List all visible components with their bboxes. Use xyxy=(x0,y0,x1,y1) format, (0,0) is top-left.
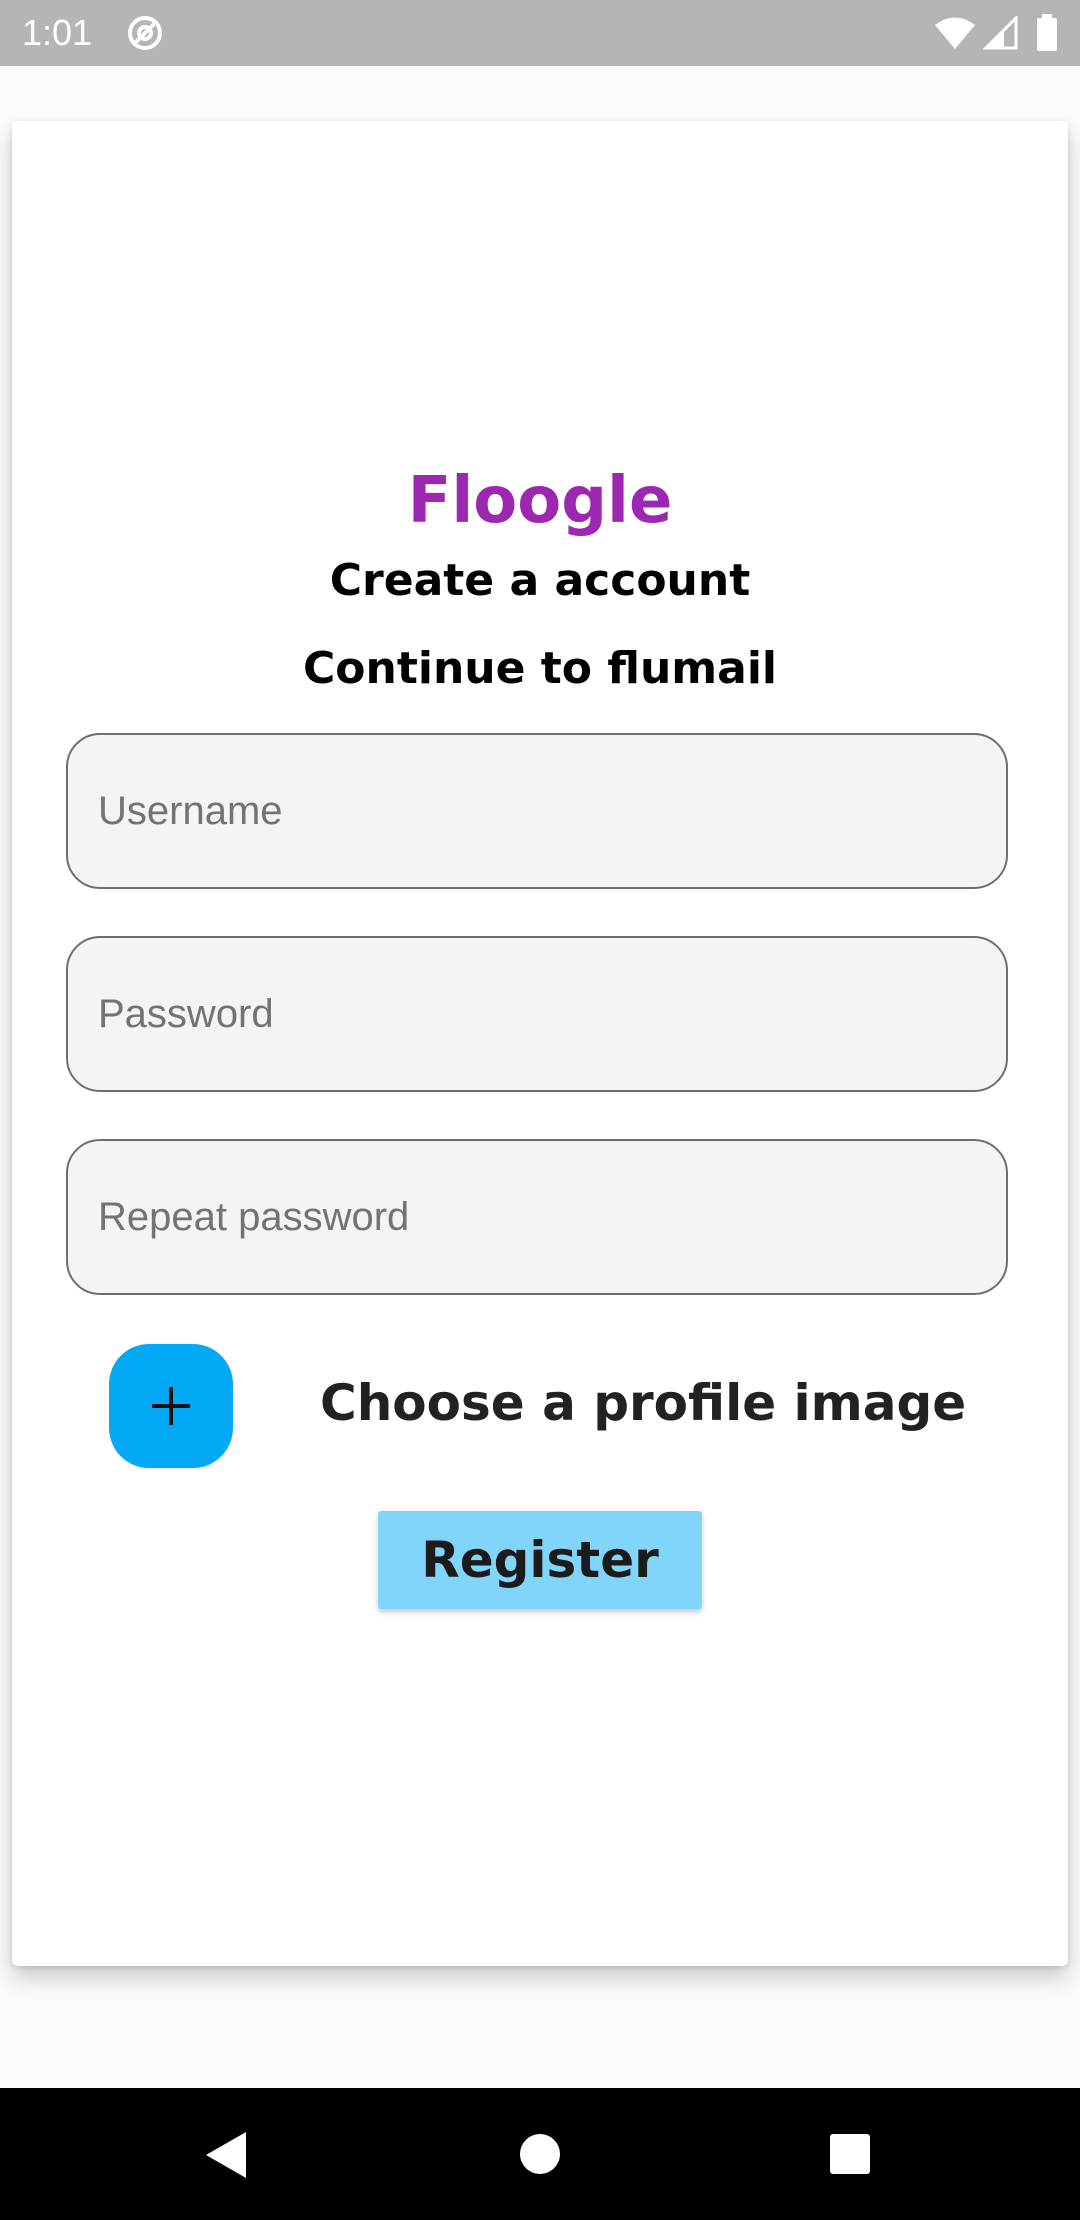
password-field-container xyxy=(66,936,1008,1092)
repeat-password-field-container xyxy=(66,1139,1008,1295)
recents-icon[interactable] xyxy=(829,2133,871,2175)
plus-icon xyxy=(152,1387,190,1425)
back-icon[interactable] xyxy=(204,2130,248,2180)
choose-profile-image-label: Choose a profile image xyxy=(320,1374,967,1432)
home-icon[interactable] xyxy=(519,2133,561,2175)
password-input[interactable] xyxy=(68,938,1006,1090)
battery-icon xyxy=(1037,14,1057,51)
continue-heading: Continue to flumail xyxy=(303,643,777,694)
register-button[interactable]: Register xyxy=(378,1511,702,1609)
sync-icon xyxy=(128,16,162,50)
add-profile-image-button[interactable] xyxy=(109,1344,233,1468)
status-time: 1:01 xyxy=(22,12,93,53)
wifi-icon xyxy=(935,17,975,49)
username-input[interactable] xyxy=(68,735,1006,887)
repeat-password-input[interactable] xyxy=(68,1141,1006,1293)
username-field-container xyxy=(66,733,1008,889)
brand-title: Floogle xyxy=(407,464,673,538)
register-card: Floogle Create a account Continue to flu… xyxy=(12,121,1068,1966)
navigation-bar xyxy=(0,2088,1080,2220)
status-bar: 1:01 xyxy=(0,0,1080,66)
create-account-heading: Create a account xyxy=(329,555,751,606)
signal-icon xyxy=(982,16,1018,50)
